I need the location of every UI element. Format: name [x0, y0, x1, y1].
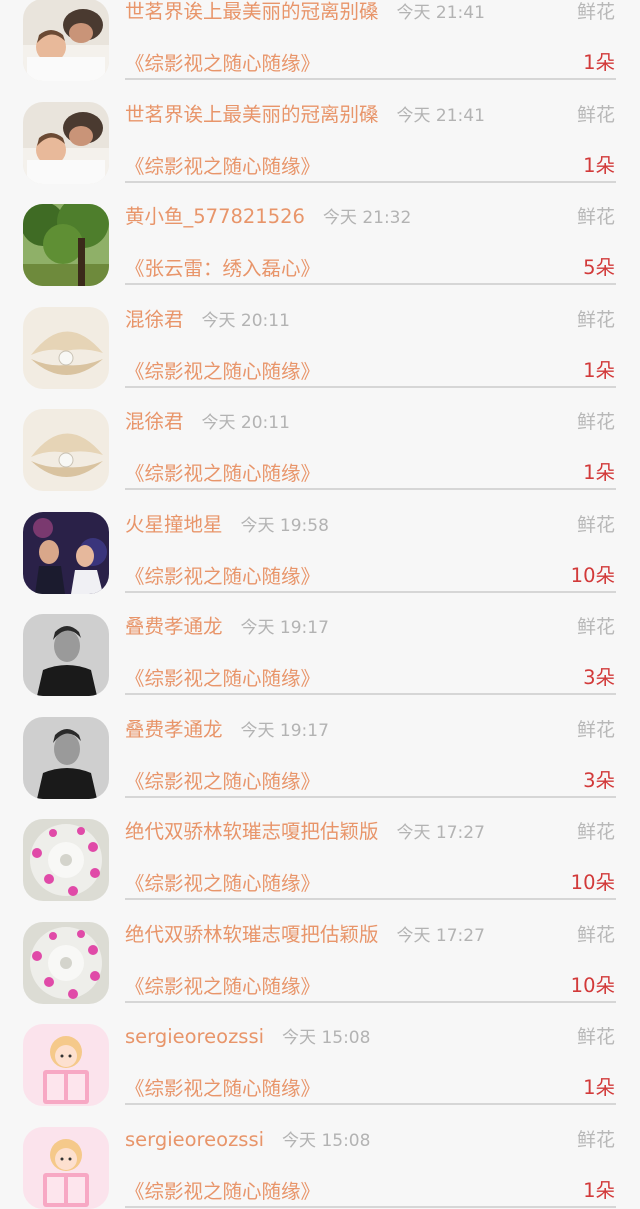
gift-type: 鲜花 [576, 308, 615, 331]
gift-count: 1朵 [583, 153, 615, 177]
gift-time: 今天 19:17 [240, 618, 329, 638]
user-line: 混徐君 今天 20:11 [125, 408, 290, 437]
book-title[interactable]: 《综影视之随心随缘》 [125, 563, 320, 591]
tree-photo[interactable] [23, 204, 109, 286]
book-title[interactable]: 《综影视之随心随缘》 [125, 1075, 320, 1103]
gift-count: 1朵 [583, 1178, 615, 1202]
book-title[interactable]: 《综影视之随心随缘》 [125, 870, 320, 898]
gift-count: 3朵 [583, 666, 615, 689]
gift-time: 今天 15:08 [282, 1130, 371, 1151]
gift-count: 1朵 [583, 51, 615, 74]
username[interactable]: 绝代双骄林软璀志嗄把估颖版 [125, 921, 379, 949]
username[interactable]: 叠费孝通龙 [125, 613, 223, 641]
book-title[interactable]: 《综影视之随心随缘》 [125, 153, 320, 181]
gift-record-item[interactable]: 绝代双骄林软璀志嗄把估颖版 今天 17:27 鲜花 《综影视之随心随缘》 10朵 [0, 798, 640, 901]
gift-time: 今天 21:32 [322, 208, 412, 228]
cartoon-girl-book-illustration[interactable] [23, 1126, 109, 1209]
gift-time: 今天 19:17 [240, 720, 329, 741]
movie-scene-photo[interactable] [23, 511, 109, 594]
gift-type: 鲜花 [576, 821, 615, 843]
pearl-shell-photo[interactable] [23, 306, 109, 389]
gift-type: 鲜花 [576, 206, 615, 228]
user-line: 火星撞地星 今天 19:58 [125, 511, 329, 540]
username[interactable]: 世茗界诶上最美丽的冠离别磉 [125, 101, 379, 129]
username[interactable]: 绝代双骄林软璀志嗄把估颖版 [125, 818, 379, 846]
user-line: 叠费孝通龙 今天 19:17 [125, 716, 329, 745]
gift-time: 今天 17:27 [396, 823, 485, 843]
gift-type: 鲜花 [576, 103, 615, 126]
username[interactable]: 火星撞地星 [125, 511, 223, 539]
gift-record-item[interactable]: 绝代双骄林软璀志嗄把估颖版 今天 17:27 鲜花 《综影视之随心随缘》 10朵 [0, 901, 640, 1004]
gift-time: 今天 17:27 [396, 925, 485, 946]
user-line: 叠费孝通龙 今天 19:17 [125, 613, 329, 642]
gift-count: 5朵 [583, 256, 615, 279]
user-line: 世茗界诶上最美丽的冠离别磉 今天 21:41 [125, 101, 485, 130]
cartoon-girl-book-illustration[interactable] [23, 1024, 109, 1106]
gift-type: 鲜花 [576, 1128, 615, 1151]
gift-count: 10朵 [570, 973, 615, 997]
cactus-flower-photo[interactable] [23, 921, 109, 1004]
gift-type: 鲜花 [576, 1026, 615, 1048]
gift-record-item[interactable]: 叠费孝通龙 今天 19:17 鲜花 《综影视之随心随缘》 3朵 [0, 593, 640, 696]
book-title[interactable]: 《综影视之随心随缘》 [125, 1178, 320, 1206]
gift-count: 1朵 [583, 1076, 615, 1099]
gift-time: 今天 21:41 [396, 3, 485, 23]
username[interactable]: 黄小鱼_577821526 [125, 203, 305, 231]
gift-record-item[interactable]: 火星撞地星 今天 19:58 鲜花 《综影视之随心随缘》 10朵 [0, 491, 640, 594]
cactus-flower-photo[interactable] [23, 819, 109, 901]
username[interactable]: 叠费孝通龙 [125, 716, 223, 744]
book-title[interactable]: 《张云雷：绣入磊心》 [125, 255, 320, 283]
user-line: 绝代双骄林软璀志嗄把估颖版 今天 17:27 [125, 921, 485, 950]
sleeping-baby-photo[interactable] [23, 0, 109, 81]
gift-time: 今天 19:58 [240, 515, 329, 536]
gift-record-item[interactable]: sergieoreozssi 今天 15:08 鲜花 《综影视之随心随缘》 1朵 [0, 1106, 640, 1209]
gift-count: 10朵 [570, 563, 615, 587]
gift-record-item[interactable]: sergieoreozssi 今天 15:08 鲜花 《综影视之随心随缘》 1朵 [0, 1003, 640, 1106]
gift-type: 鲜花 [576, 513, 615, 536]
man-portrait-bw-photo[interactable] [23, 614, 109, 696]
gift-record-item[interactable]: 混徐君 今天 20:11 鲜花 《综影视之随心随缘》 1朵 [0, 388, 640, 491]
gift-count: 1朵 [583, 358, 615, 382]
username[interactable]: sergieoreozssi [125, 1023, 264, 1051]
user-line: sergieoreozssi 今天 15:08 [125, 1023, 370, 1052]
gift-count: 1朵 [583, 461, 615, 484]
row-divider [125, 1205, 616, 1208]
gift-time: 今天 20:11 [201, 310, 290, 331]
gift-record-item[interactable]: 世茗界诶上最美丽的冠离别磉 今天 21:41 鲜花 《综影视之随心随缘》 1朵 [0, 81, 640, 184]
user-line: sergieoreozssi 今天 15:08 [125, 1126, 370, 1155]
book-title[interactable]: 《综影视之随心随缘》 [125, 358, 320, 386]
username[interactable]: 世茗界诶上最美丽的冠离别磉 [125, 0, 379, 26]
book-title[interactable]: 《综影视之随心随缘》 [125, 665, 320, 693]
pearl-shell-photo[interactable] [23, 409, 109, 491]
sleeping-baby-photo[interactable] [23, 101, 109, 184]
gift-time: 今天 15:08 [282, 1028, 371, 1048]
book-title[interactable]: 《综影视之随心随缘》 [125, 50, 320, 78]
gift-record-item[interactable]: 黄小鱼_577821526 今天 21:32 鲜花 《张云雷：绣入磊心》 5朵 [0, 183, 640, 286]
book-title[interactable]: 《综影视之随心随缘》 [125, 973, 320, 1001]
user-line: 世茗界诶上最美丽的冠离别磉 今天 21:41 [125, 0, 485, 27]
gift-time: 今天 21:41 [396, 105, 485, 126]
username[interactable]: 混徐君 [125, 408, 184, 436]
user-line: 绝代双骄林软璀志嗄把估颖版 今天 17:27 [125, 818, 485, 847]
gift-count: 3朵 [583, 768, 615, 792]
gift-type: 鲜花 [576, 923, 615, 946]
gift-time: 今天 20:11 [201, 413, 290, 433]
username[interactable]: sergieoreozssi [125, 1126, 264, 1154]
user-line: 黄小鱼_577821526 今天 21:32 [125, 203, 411, 232]
book-title[interactable]: 《综影视之随心随缘》 [125, 460, 320, 488]
gift-type: 鲜花 [576, 718, 615, 741]
book-title[interactable]: 《综影视之随心随缘》 [125, 768, 320, 796]
gift-record-item[interactable]: 世茗界诶上最美丽的冠离别磉 今天 21:41 鲜花 《综影视之随心随缘》 1朵 [0, 0, 640, 81]
gift-record-item[interactable]: 叠费孝通龙 今天 19:17 鲜花 《综影视之随心随缘》 3朵 [0, 696, 640, 799]
username[interactable]: 混徐君 [125, 306, 184, 334]
gift-record-list: 世茗界诶上最美丽的冠离别磉 今天 21:41 鲜花 《综影视之随心随缘》 1朵 … [0, 0, 640, 1209]
gift-type: 鲜花 [576, 616, 615, 638]
user-line: 混徐君 今天 20:11 [125, 306, 290, 335]
gift-type: 鲜花 [576, 411, 615, 433]
gift-record-item[interactable]: 混徐君 今天 20:11 鲜花 《综影视之随心随缘》 1朵 [0, 286, 640, 389]
man-portrait-bw-photo[interactable] [23, 716, 109, 799]
gift-type: 鲜花 [576, 1, 615, 23]
gift-count: 10朵 [570, 871, 615, 894]
